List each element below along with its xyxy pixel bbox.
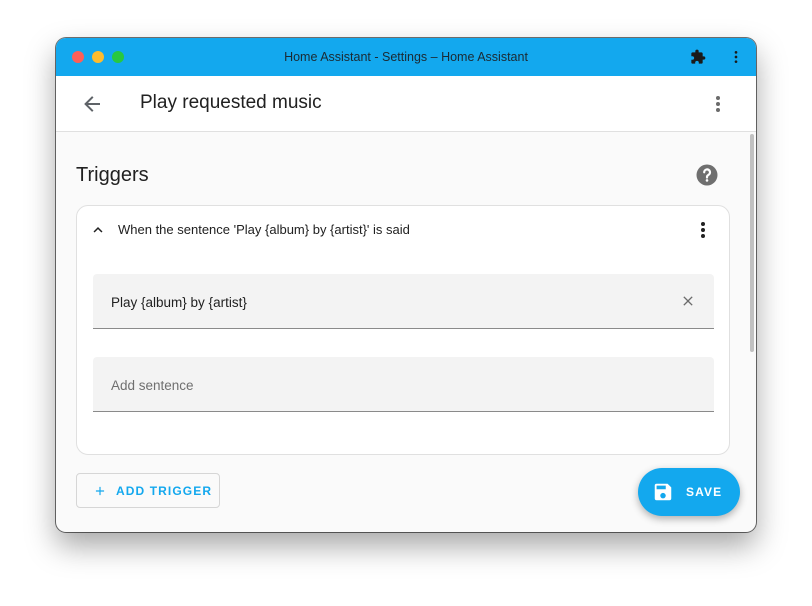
trigger-menu-icon[interactable] (691, 218, 715, 242)
main-content: Triggers When the sentence 'Play {album}… (56, 132, 756, 532)
sentence-field (93, 274, 714, 330)
app-header: Play requested music (56, 76, 756, 132)
help-circle-icon[interactable] (695, 163, 719, 187)
add-sentence-input[interactable] (109, 357, 653, 413)
add-sentence-field (93, 357, 714, 413)
window-controls (72, 51, 124, 63)
arrow-left-icon[interactable] (80, 92, 104, 116)
window-titlebar: Home Assistant - Settings – Home Assista… (56, 38, 756, 76)
plus-icon (95, 486, 105, 495)
maximize-window-button[interactable] (112, 51, 124, 63)
window-title: Home Assistant - Settings – Home Assista… (284, 50, 528, 64)
page-title: Play requested music (140, 92, 322, 113)
close-window-button[interactable] (72, 51, 84, 63)
trigger-title: When the sentence 'Play {album} by {arti… (118, 222, 410, 237)
add-trigger-button[interactable]: ADD TRIGGER (76, 473, 220, 508)
save-button[interactable]: SAVE (638, 468, 740, 516)
close-icon[interactable] (680, 293, 696, 309)
app-window: Home Assistant - Settings – Home Assista… (56, 38, 756, 532)
floppy-disk-icon (654, 483, 672, 501)
trigger-card-header[interactable]: When the sentence 'Play {album} by {arti… (77, 206, 729, 254)
minimize-window-button[interactable] (92, 51, 104, 63)
save-label: SAVE (686, 485, 723, 499)
add-trigger-label: ADD TRIGGER (116, 483, 213, 498)
sentence-input[interactable] (109, 274, 653, 330)
browser-menu-icon[interactable] (728, 49, 744, 65)
section-title: Triggers (76, 164, 149, 186)
extension-icon[interactable] (690, 49, 706, 65)
vertical-scrollbar[interactable] (750, 134, 754, 352)
trigger-card: When the sentence 'Play {album} by {arti… (76, 205, 730, 455)
chevron-up-icon[interactable] (89, 221, 107, 239)
overflow-menu-icon[interactable] (706, 92, 730, 116)
